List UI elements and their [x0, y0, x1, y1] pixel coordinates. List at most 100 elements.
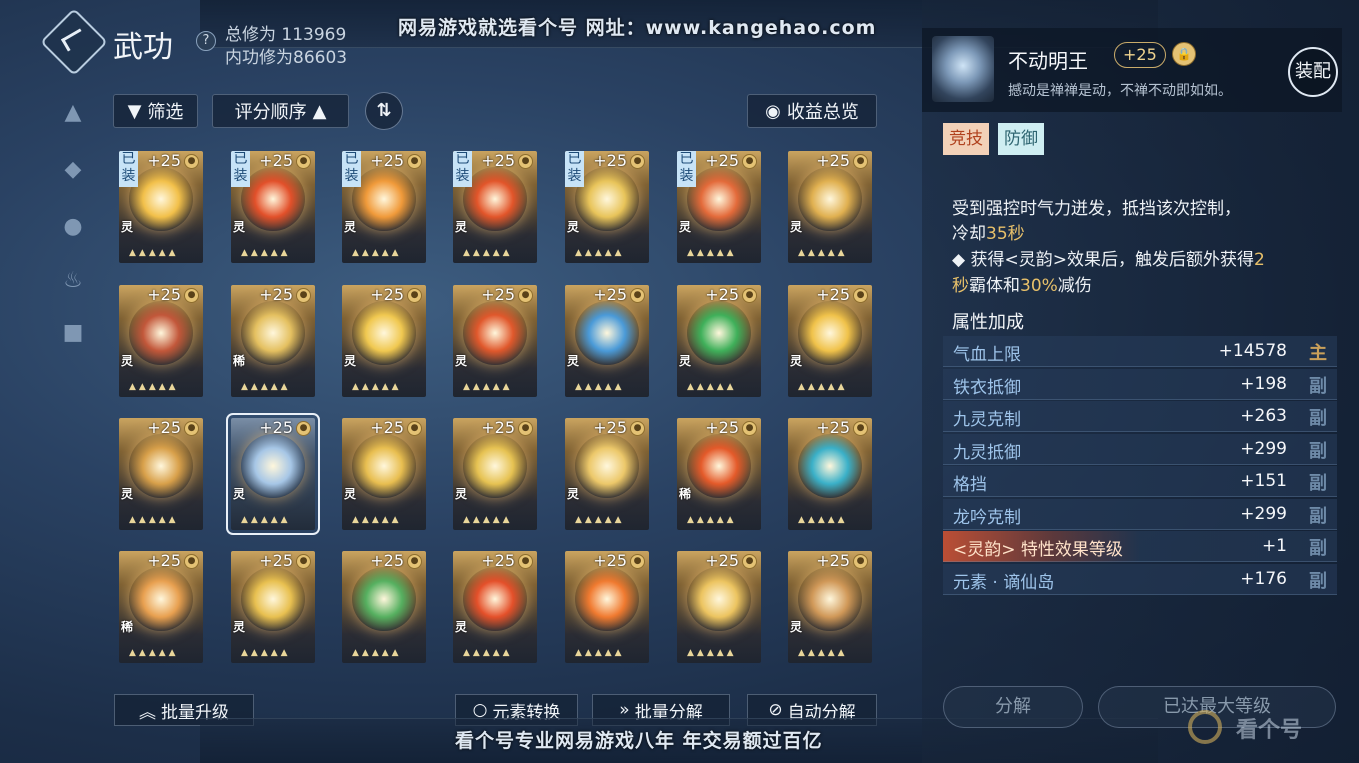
skill-card[interactable]: +25 ●	[565, 551, 649, 663]
card-grade: 灵	[455, 487, 468, 501]
skill-card[interactable]: +25 ●	[342, 551, 426, 663]
lock-icon: ●	[407, 554, 422, 569]
income-overview-button[interactable]: ◉ 收益总览	[747, 94, 877, 128]
card-level: +25	[481, 151, 515, 170]
attribute-value: +299	[1240, 438, 1287, 459]
lock-icon: ●	[407, 154, 422, 169]
element-gem-icons: ▲▲▲▲▲	[687, 382, 737, 392]
watermark-text: 看个号	[1236, 718, 1303, 743]
sort-dropdown[interactable]: 评分顺序 ▲	[212, 94, 349, 128]
attribute-name: 铁衣抵御	[953, 377, 1021, 398]
element-gem-icons: ▲▲▲▲▲	[352, 248, 402, 258]
skill-card[interactable]: +25 ● 稀	[119, 551, 203, 663]
equipped-badge: 已装	[231, 151, 250, 187]
skill-card[interactable]: +25 ● 灵	[119, 285, 203, 397]
lock-icon: ●	[742, 288, 757, 303]
category-fire-icon[interactable]: ♨	[60, 268, 86, 294]
help-icon[interactable]: ?	[196, 31, 216, 51]
card-grade: 灵	[121, 487, 134, 501]
skill-art	[575, 167, 639, 231]
card-level: +25	[705, 418, 739, 437]
skill-card[interactable]: +25 ● 已装灵	[453, 151, 537, 263]
lock-icon: ●	[296, 554, 311, 569]
sort-triangle-icon: ▲	[312, 100, 327, 122]
card-level: +25	[259, 551, 293, 570]
skill-card[interactable]: +25 ● 已装灵	[565, 151, 649, 263]
skill-art	[575, 434, 639, 498]
equipped-badge: 已装	[677, 151, 696, 187]
skill-card[interactable]: +25 ● 灵	[565, 418, 649, 530]
skill-card[interactable]: +25 ● 灵	[453, 551, 537, 663]
skill-card[interactable]: +25 ● 灵	[788, 285, 872, 397]
skill-card[interactable]: +25 ● 稀	[677, 418, 761, 530]
attribute-kind: 副	[1309, 375, 1327, 397]
attribute-value: +299	[1240, 503, 1287, 524]
lock-icon: ●	[630, 288, 645, 303]
attribute-value: +198	[1240, 373, 1287, 394]
skill-card[interactable]: +25 ●	[677, 551, 761, 663]
income-overview-label: 收益总览	[786, 102, 859, 123]
lock-icon: ●	[630, 421, 645, 436]
category-water-icon[interactable]: ●	[60, 214, 86, 240]
desc-bonus-label: ◆ 获得<灵韵>效果后，触发后额外获得	[952, 250, 1254, 270]
skill-card[interactable]: +25 ●	[788, 418, 872, 530]
skill-card[interactable]: +25 ● 灵	[788, 551, 872, 663]
skill-card[interactable]: +25 ● 已装灵	[231, 151, 315, 263]
skill-card[interactable]: +25 ● 灵	[788, 151, 872, 263]
lock-icon[interactable]: 🔒	[1172, 42, 1196, 66]
sort-toggle-icon[interactable]: ⇅	[365, 92, 403, 130]
category-earth-icon[interactable]: ■	[60, 320, 86, 346]
equip-button[interactable]: 装配	[1288, 47, 1338, 97]
lock-icon: ●	[518, 554, 533, 569]
skill-art	[687, 301, 751, 365]
element-gem-icons: ▲▲▲▲▲	[241, 382, 291, 392]
element-gem-icons: ▲▲▲▲▲	[798, 515, 848, 525]
desc-line-4: 秒霸体和30%减伤	[952, 271, 1092, 296]
skill-art	[241, 167, 305, 231]
skill-level-badge: +25	[1114, 42, 1166, 68]
lock-icon: ●	[184, 554, 199, 569]
element-gem-icons: ▲▲▲▲▲	[575, 515, 625, 525]
skill-card[interactable]: +25 ● 灵	[226, 413, 320, 535]
skill-art	[352, 301, 416, 365]
skill-card[interactable]: +25 ● 灵	[677, 285, 761, 397]
element-gem-icons: ▲▲▲▲▲	[687, 648, 737, 658]
skill-card[interactable]: +25 ● 已装灵	[342, 151, 426, 263]
skill-art	[129, 301, 193, 365]
attribute-value: +176	[1240, 568, 1287, 589]
decompose-button[interactable]: 分解	[943, 686, 1083, 728]
skill-card[interactable]: +25 ● 已装灵	[119, 151, 203, 263]
double-chevron-right-icon: »	[619, 700, 630, 720]
attribute-name: 格挡	[953, 475, 987, 495]
attribute-row: 龙吟克制 +299 副	[943, 498, 1337, 530]
category-leaf-icon[interactable]: ◆	[60, 157, 86, 183]
card-level: +25	[147, 151, 181, 170]
skill-card[interactable]: +25 ● 灵	[231, 551, 315, 663]
card-grade: 灵	[567, 487, 580, 501]
skill-card[interactable]: +25 ● 已装灵	[677, 151, 761, 263]
card-grade: 灵	[233, 620, 246, 634]
skill-art	[352, 167, 416, 231]
refresh-icon: ○	[472, 700, 488, 720]
category-mountain-icon[interactable]: ▲	[60, 100, 86, 126]
skill-card[interactable]: +25 ● 灵	[342, 285, 426, 397]
skill-name: 不动明王	[1008, 49, 1088, 73]
card-grade: 灵	[455, 220, 468, 234]
skill-card[interactable]: +25 ● 灵	[453, 285, 537, 397]
card-grade: 稀	[679, 487, 692, 501]
skill-card[interactable]: +25 ● 稀	[231, 285, 315, 397]
skill-card[interactable]: +25 ● 灵	[565, 285, 649, 397]
element-gem-icons: ▲▲▲▲▲	[798, 248, 848, 258]
attribute-value: +1	[1261, 536, 1287, 556]
attribute-row: 九灵克制 +263 副	[943, 401, 1337, 432]
card-grade: 灵	[567, 220, 580, 234]
skill-card[interactable]: +25 ● 灵	[119, 418, 203, 530]
element-gem-icons: ▲▲▲▲▲	[575, 248, 625, 258]
card-grade: 灵	[679, 354, 692, 368]
skill-art	[241, 567, 305, 631]
skill-card[interactable]: +25 ● 灵	[453, 418, 537, 530]
filter-button[interactable]: ▼ 筛选	[113, 94, 198, 128]
skill-card[interactable]: +25 ● 灵	[342, 418, 426, 530]
lock-icon: ●	[518, 421, 533, 436]
desc-reduction-value: 30%	[1020, 276, 1058, 296]
